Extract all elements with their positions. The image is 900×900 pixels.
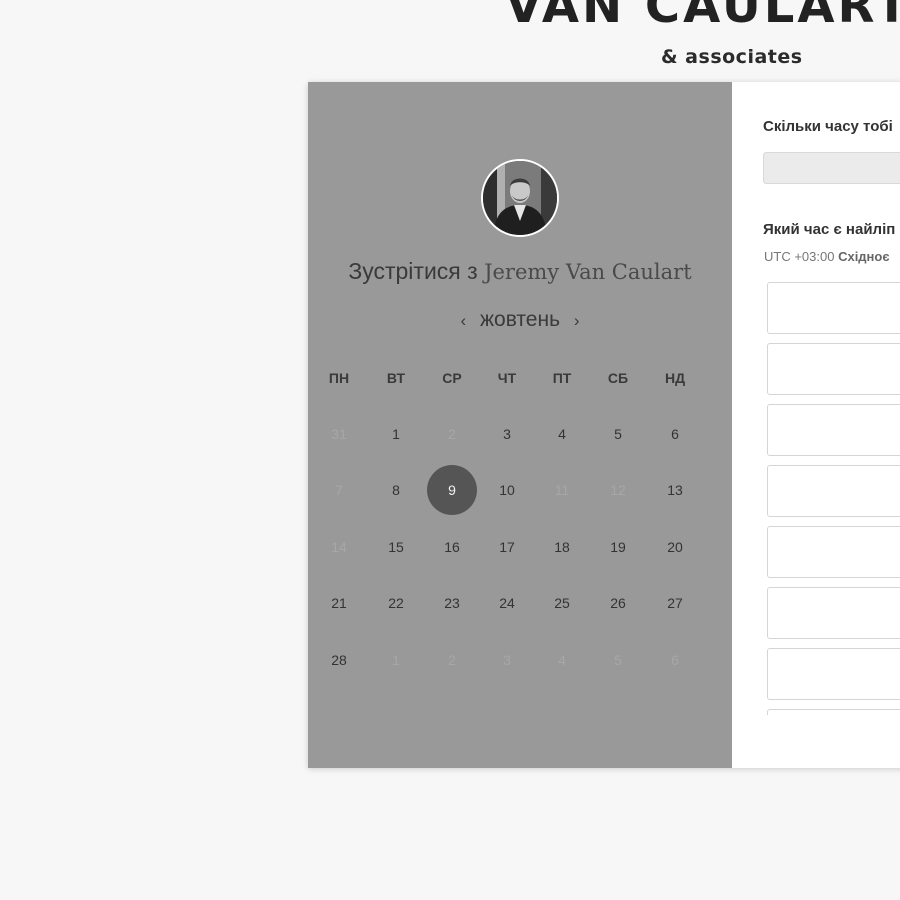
timezone-name: Східноє: [838, 249, 890, 264]
time-slot-button[interactable]: [767, 709, 900, 715]
weekday-header: ЧТ: [497, 370, 517, 386]
calendar-day: 11: [554, 482, 570, 498]
calendar-day: 7: [335, 482, 343, 498]
calendar-day[interactable]: 1: [376, 424, 416, 444]
calendar-day[interactable]: 17: [487, 537, 527, 557]
next-month-icon[interactable]: ›: [566, 311, 588, 330]
calendar-day[interactable]: 22: [376, 593, 416, 613]
meet-title: Зустрітися з Jeremy Van Caulart: [308, 258, 732, 285]
weekday-header: НД: [664, 370, 686, 386]
calendar-day[interactable]: 23: [432, 593, 472, 613]
calendar-day[interactable]: 15: [376, 537, 416, 557]
calendar-day: 1: [392, 652, 400, 668]
time-slot-button[interactable]: [767, 587, 900, 639]
weekday-header: СБ: [607, 370, 629, 386]
calendar-day[interactable]: 10: [487, 480, 527, 500]
weekday-header: ПН: [328, 370, 350, 386]
calendar-day[interactable]: 24: [487, 593, 527, 613]
calendar-day[interactable]: 18: [542, 537, 582, 557]
calendar-day[interactable]: 13: [655, 480, 695, 500]
calendar-day: 5: [614, 652, 622, 668]
calendar-day: 4: [558, 652, 566, 668]
calendar-day[interactable]: 26: [598, 593, 638, 613]
calendar-day: 2: [448, 652, 456, 668]
time-slot-list: [767, 282, 900, 715]
calendar-day[interactable]: 20: [655, 537, 695, 557]
month-navigation: ‹ жовтень ›: [308, 308, 732, 332]
calendar-day: 6: [671, 652, 679, 668]
time-slot-button[interactable]: [767, 404, 900, 456]
host-name: Jeremy Van Caulart: [484, 260, 692, 284]
calendar-day[interactable]: 8: [376, 480, 416, 500]
calendar-day[interactable]: 3: [487, 424, 527, 444]
time-slot-button[interactable]: [767, 526, 900, 578]
calendar-day[interactable]: 21: [319, 593, 359, 613]
calendar-day[interactable]: 25: [542, 593, 582, 613]
calendar-day[interactable]: 19: [598, 537, 638, 557]
host-avatar: [481, 159, 559, 237]
calendar-day[interactable]: 28: [319, 650, 359, 670]
weekday-header: ВТ: [386, 370, 406, 386]
timezone-label: UTC +03:00 Східноє: [764, 249, 890, 264]
duration-question: Скільки часу тобі: [763, 118, 893, 135]
calendar-day: 14: [331, 539, 347, 555]
calendar-day[interactable]: 6: [655, 424, 695, 444]
calendar-day[interactable]: 27: [655, 593, 695, 613]
time-slot-button[interactable]: [767, 343, 900, 395]
calendar-day[interactable]: 5: [598, 424, 638, 444]
timezone-offset: UTC +03:00: [764, 249, 835, 264]
month-label: жовтень: [479, 308, 561, 331]
brand-title: VAN CAULART: [505, 0, 900, 34]
calendar-day: 3: [503, 652, 511, 668]
booking-card: Зустрітися з Jeremy Van Caulart ‹ жовтен…: [308, 82, 900, 768]
calendar-day-selected[interactable]: 9: [427, 465, 477, 515]
time-slot-button[interactable]: [767, 282, 900, 334]
calendar-day[interactable]: 4: [542, 424, 582, 444]
calendar-day: 12: [610, 482, 626, 498]
prev-month-icon[interactable]: ‹: [452, 311, 474, 330]
booking-form-panel: Скільки часу тобі Який час є найліп UTC …: [732, 82, 900, 768]
calendar-day: 31: [331, 426, 347, 442]
host-calendar-panel: Зустрітися з Jeremy Van Caulart ‹ жовтен…: [308, 82, 732, 768]
calendar-day: 2: [448, 426, 456, 442]
brand-subtitle: & associates: [661, 46, 803, 68]
weekday-header: ПТ: [552, 370, 572, 386]
time-slot-button[interactable]: [767, 648, 900, 700]
time-question: Який час є найліп: [763, 221, 896, 238]
duration-select[interactable]: [763, 152, 900, 184]
meet-prefix: Зустрітися з: [348, 258, 478, 284]
time-slot-button[interactable]: [767, 465, 900, 517]
calendar-day[interactable]: 16: [432, 537, 472, 557]
weekday-header: СР: [442, 370, 462, 386]
